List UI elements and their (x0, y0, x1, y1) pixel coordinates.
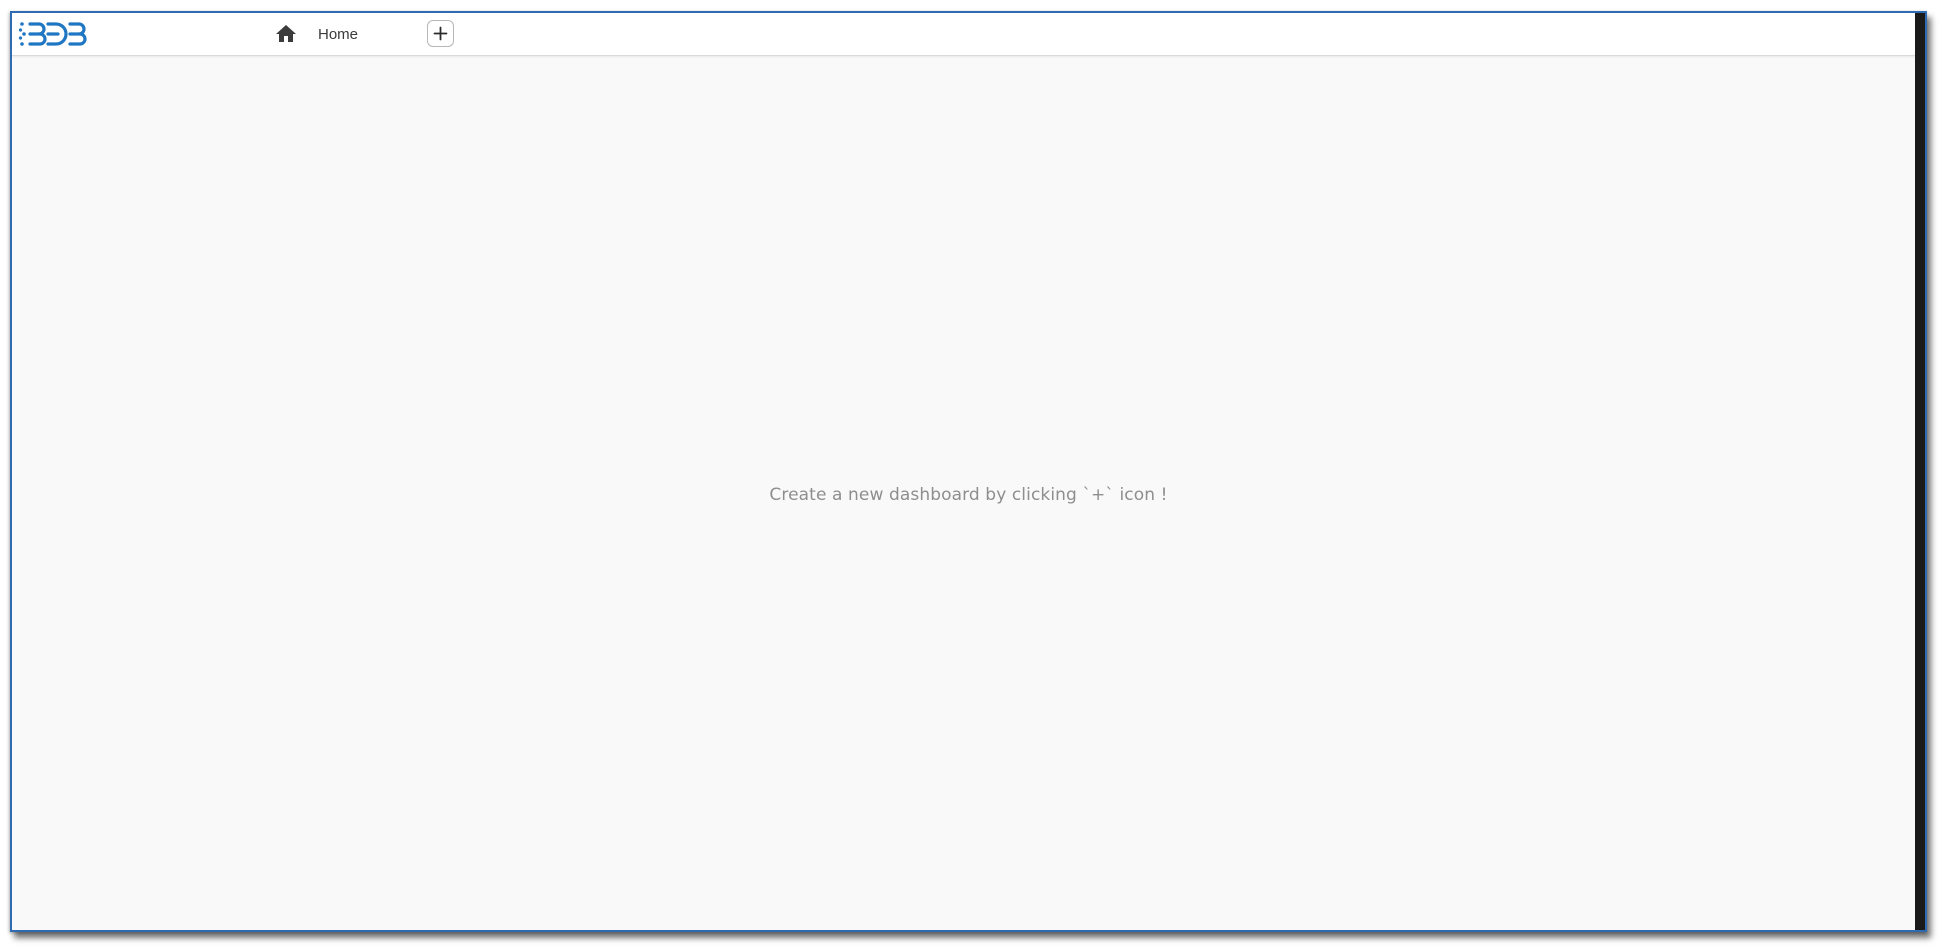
window-right-border (1915, 13, 1925, 930)
home-icon (274, 22, 298, 46)
bdb-logo-icon[interactable] (18, 20, 92, 48)
tab-home[interactable]: Home (274, 19, 358, 49)
empty-state-message: Create a new dashboard by clicking `+` i… (769, 485, 1168, 505)
plus-icon (433, 26, 448, 41)
tab-home-label: Home (318, 25, 359, 43)
top-navigation-bar: Home (12, 13, 1925, 56)
add-dashboard-button[interactable] (427, 20, 454, 47)
app-window: Home Create a new dashboard by clicking … (10, 11, 1927, 932)
